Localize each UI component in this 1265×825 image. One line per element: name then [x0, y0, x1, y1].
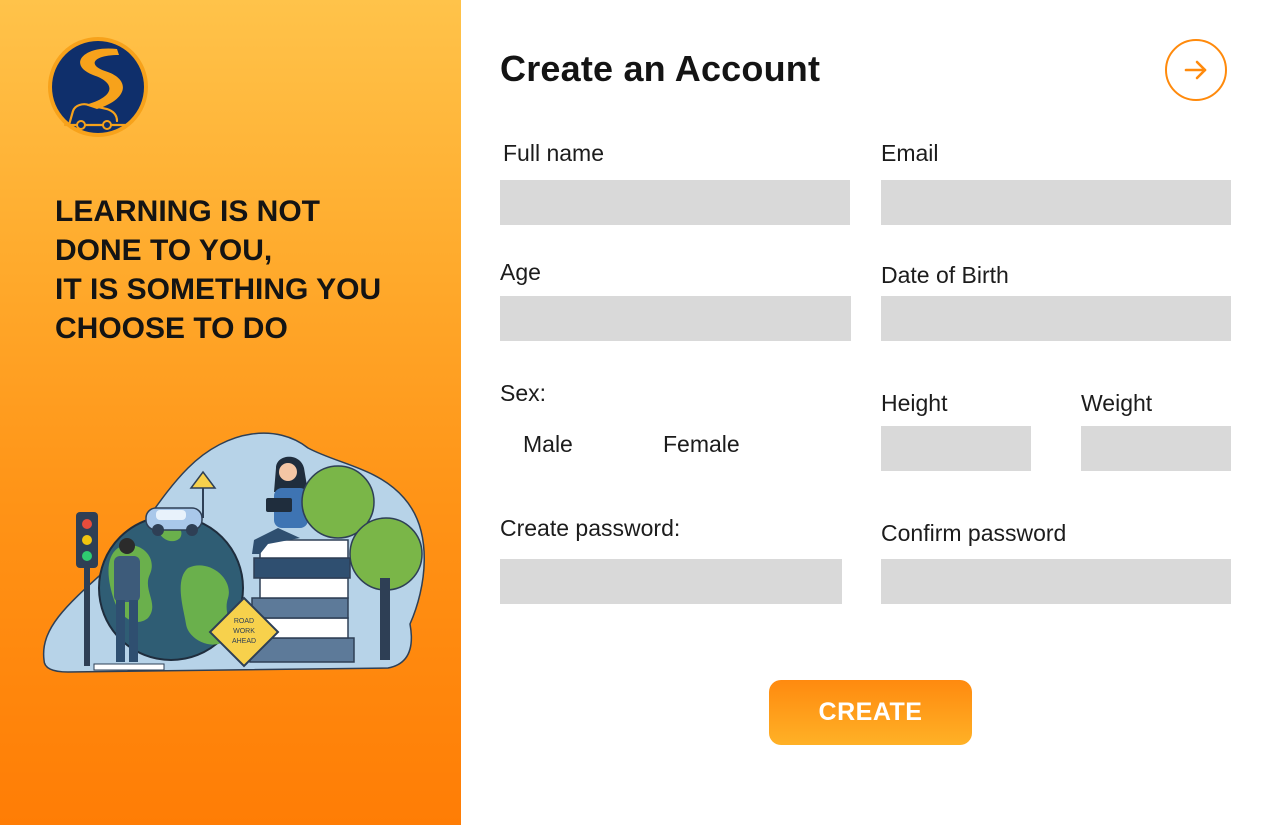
sex-option-male[interactable]: Male: [523, 431, 573, 458]
quote-line: LEARNING IS NOT: [55, 195, 321, 228]
email-label: Email: [881, 140, 939, 166]
learning-illustration: ROAD WORK AHEAD: [42, 432, 425, 673]
quote-line: DONE TO YOU,: [55, 234, 273, 267]
sex-option-female[interactable]: Female: [663, 431, 740, 458]
weight-label: Weight: [1081, 390, 1153, 416]
sign-text: AHEAD: [232, 638, 256, 645]
road-logo-icon: [48, 37, 148, 137]
arrow-right-icon: [1184, 60, 1207, 80]
sign-text: WORK: [233, 628, 255, 635]
motivational-quote: LEARNING IS NOT DONE TO YOU, IT IS SOMET…: [55, 192, 435, 348]
quote-line: CHOOSE TO DO: [55, 312, 288, 345]
create-password-field[interactable]: [500, 559, 842, 604]
confirm-password-field[interactable]: [881, 559, 1231, 604]
quote-line: IT IS SOMETHING YOU: [55, 273, 382, 306]
page-title: Create an Account: [500, 48, 821, 89]
email-field[interactable]: [881, 180, 1231, 225]
weight-field[interactable]: [1081, 426, 1231, 471]
age-label: Age: [500, 259, 541, 285]
age-field[interactable]: [500, 296, 851, 341]
height-label: Height: [881, 390, 948, 416]
sex-label: Sex:: [500, 380, 547, 406]
next-button[interactable]: [1165, 39, 1227, 101]
dob-field[interactable]: [881, 296, 1231, 341]
height-field[interactable]: [881, 426, 1031, 471]
full-name-field[interactable]: [500, 180, 850, 225]
left-panel: LEARNING IS NOT DONE TO YOU, IT IS SOMET…: [0, 0, 461, 825]
create-button[interactable]: CREATE: [769, 680, 972, 745]
dob-label: Date of Birth: [881, 262, 1009, 288]
sign-text: ROAD: [234, 618, 254, 625]
confirm-password-label: Confirm password: [881, 520, 1067, 546]
full-name-label: Full name: [503, 140, 604, 166]
create-password-label: Create password:: [500, 515, 681, 541]
